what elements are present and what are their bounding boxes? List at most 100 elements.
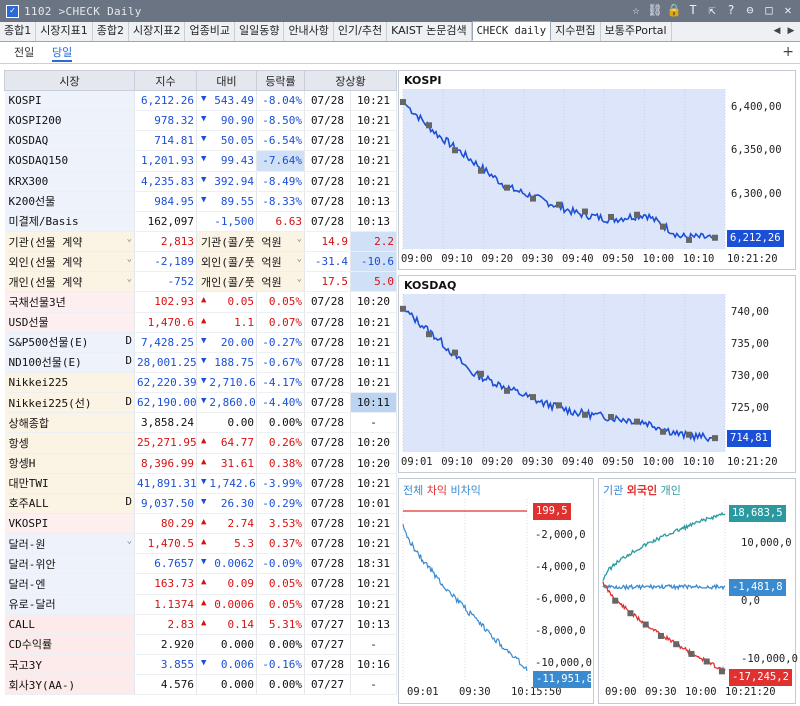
table-row[interactable]: K200선물 984.95 ▼ 89.55 -8.33% 07/28 10:13 bbox=[4, 191, 397, 212]
table-row[interactable]: KOSPI200 978.32 ▼ 90.90 -8.50% 07/28 10:21 bbox=[4, 110, 397, 132]
index-value: 9,037.50 bbox=[134, 493, 197, 514]
header-market: 시장 bbox=[4, 70, 135, 91]
market-name: 달러-원 ⌄ bbox=[4, 533, 135, 555]
close-icon[interactable]: ✕ bbox=[780, 2, 796, 19]
change-value: ▼ 1,742.6 bbox=[196, 473, 257, 494]
data-marker bbox=[400, 305, 406, 312]
dropdown-chevron-icon[interactable]: ⌄ bbox=[297, 274, 302, 284]
change-value: ▲ 0.09 bbox=[196, 573, 257, 595]
table-row[interactable]: KOSDAQ 714.81 ▼ 50.05 -6.54% 07/28 10:21 bbox=[4, 130, 397, 152]
subtab-today[interactable]: 당일 bbox=[52, 44, 73, 62]
maximize-icon[interactable]: □ bbox=[761, 2, 777, 19]
table-row[interactable]: 유로-달러 1.1374 ▲ 0.0006 0.05% 07/28 10:21 bbox=[4, 594, 397, 615]
put-amount: 2.2 bbox=[350, 231, 397, 253]
tab-5[interactable]: 일일동향 bbox=[234, 22, 285, 41]
table-row[interactable]: 달러-원 ⌄ 1,470.5 ▲ 5.3 0.37% 07/28 10:21 bbox=[4, 533, 397, 555]
index-value: 714.81 bbox=[134, 130, 197, 152]
change-rate: -0.27% bbox=[256, 332, 305, 353]
tab-10[interactable]: 지수편집 bbox=[551, 22, 601, 41]
dropdown-chevron-icon[interactable]: ⌄ bbox=[127, 234, 132, 244]
lock-icon[interactable]: 🔒 bbox=[666, 2, 682, 19]
table-row[interactable]: 외인(선물 계약 ⌄ -2,189 외인(콜/풋 억원 ⌄ -31.4 -10.6 bbox=[4, 251, 397, 273]
market-name: 기관(선물 계약 ⌄ bbox=[4, 231, 135, 253]
market-name: 개인(선물 계약 ⌄ bbox=[4, 271, 135, 293]
table-row[interactable]: S&P500선물(E) D 7,428.25 ▼ 20.00 -0.27% 07/28 10:… bbox=[4, 332, 397, 353]
tab-9[interactable]: CHECK daily bbox=[471, 21, 552, 41]
up-triangle-icon: ▲ bbox=[201, 456, 207, 467]
table-row[interactable]: KOSPI 6,212.26 ▼ 543.49 -8.04% 07/28 10:21 bbox=[4, 90, 397, 112]
dropdown-chevron-icon[interactable]: ⌄ bbox=[127, 536, 132, 546]
table-row[interactable]: CALL 2.83 ▲ 0.14 5.31% 07/27 10:13 bbox=[4, 614, 397, 635]
date: 07/28 bbox=[304, 352, 351, 373]
tab-8[interactable]: KAIST 논문검색 bbox=[387, 22, 472, 41]
table-row[interactable]: 달러-엔 163.73 ▲ 0.09 0.05% 07/28 10:21 bbox=[4, 573, 397, 595]
tab-7[interactable]: 인기/추천 bbox=[333, 22, 388, 41]
time: 10:21 bbox=[350, 90, 397, 112]
table-row[interactable]: ND100선물(E) D 28,001.25 ▼ 188.75 -0.67% 07/28 10… bbox=[4, 352, 397, 373]
change-value: ▲ 0.0006 bbox=[196, 594, 257, 615]
dropdown-chevron-icon[interactable]: ⌄ bbox=[127, 254, 132, 264]
table-row[interactable]: CD수익률 2.920 0.000 0.00% 07/27- bbox=[4, 634, 397, 655]
table-row[interactable]: USD선물 1,470.6 ▲ 1.1 0.07% 07/28 10:21 bbox=[4, 312, 397, 333]
table-row[interactable]: 기관(선물 계약 ⌄ 2,813 기관(콜/풋 억원 ⌄ 14.9 2.2 bbox=[4, 231, 397, 253]
table-row[interactable]: 대만TWI 41,891.31 ▼ 1,742.6 -3.99% 07/28 10:21 bbox=[4, 473, 397, 494]
tab-6[interactable]: 안내사항 bbox=[284, 22, 334, 41]
table-row[interactable]: Nikkei225 62,220.39 ▼ 2,710.6 -4.17% 07/28 10:… bbox=[4, 372, 397, 394]
table-row[interactable]: KRX300 4,235.83 ▼ 392.94 -8.49% 07/28 10:21 bbox=[4, 171, 397, 192]
dropdown-chevron-icon[interactable]: ⌄ bbox=[127, 274, 132, 284]
last-value-tag: 714,81 bbox=[727, 430, 771, 448]
tab-4[interactable]: 업종비교 bbox=[185, 22, 235, 41]
tab-1[interactable]: 시장지표1 bbox=[36, 22, 93, 41]
type-icon[interactable]: T bbox=[685, 2, 701, 19]
tab-11[interactable]: 보통주Portal bbox=[600, 22, 672, 41]
table-row[interactable]: 호주ALL D 9,037.50 ▼ 26.30 -0.29% 07/28 10:01 bbox=[4, 493, 397, 514]
scroll-right-icon[interactable]: ▶ bbox=[784, 24, 798, 39]
subtab-prev-day[interactable]: 전일 bbox=[14, 44, 34, 62]
index-value: 41,891.31 bbox=[134, 473, 197, 494]
date: 07/28 bbox=[304, 573, 351, 595]
main-panel: 시장 지수 대비 등락률 장상황 KOSPI 6,212.26 ▼ 543.49 -8.… bbox=[0, 64, 800, 706]
change-rate: 0.00% bbox=[256, 674, 305, 696]
table-row[interactable]: 회사3Y(AA-) 4.576 0.000 0.00% 07/27- bbox=[4, 674, 397, 696]
minimize-icon[interactable]: ⊖ bbox=[742, 2, 758, 19]
table-row[interactable]: 달러-위안 6.7657 ▼ 0.0062 -0.09% 07/28 18:31 bbox=[4, 553, 397, 575]
table-row[interactable]: 미결제/Basis 162,097 -1,500 6.63 07/28 10:13 bbox=[4, 211, 397, 232]
date: 07/28 bbox=[304, 553, 351, 575]
x-tick-label: 10:10 bbox=[682, 253, 715, 265]
market-name: ND100선물(E) D bbox=[4, 352, 135, 373]
y-tick-label: 6,400,00 bbox=[731, 101, 782, 113]
change-rate: -4.17% bbox=[256, 372, 305, 394]
table-row[interactable]: 국고3Y 3.855 ▼ 0.006 -0.16% 07/28 10:16 bbox=[4, 654, 397, 676]
table-header: 시장 지수 대비 등락률 장상황 bbox=[4, 70, 397, 91]
tab-2[interactable]: 종합2 bbox=[92, 22, 129, 41]
change-value: ▲ 31.61 bbox=[196, 453, 257, 474]
share-icon[interactable]: ⇱ bbox=[704, 2, 720, 19]
tab-3[interactable]: 시장지표2 bbox=[128, 22, 186, 41]
scroll-left-icon[interactable]: ◀ bbox=[770, 24, 784, 39]
table-row[interactable]: KOSDAQ150 1,201.93 ▼ 99.43 -7.64% 07/28 10:21 bbox=[4, 150, 397, 172]
data-marker bbox=[452, 147, 458, 154]
dropdown-chevron-icon[interactable]: ⌄ bbox=[297, 254, 302, 264]
table-row[interactable]: 상해종합 3,858.24 0.00 0.00% 07/28- bbox=[4, 412, 397, 434]
change-rate: 0.07% bbox=[256, 312, 305, 333]
star-icon[interactable]: ☆ bbox=[628, 2, 644, 19]
data-marker bbox=[634, 418, 640, 425]
table-row[interactable]: Nikkei225(선) D 62,190.00 ▼ 2,860.0 -4.40% 07/2… bbox=[4, 392, 397, 414]
table-row[interactable]: 개인(선물 계약 ⌄ -752 개인(콜/풋 억원 ⌄ 17.5 5.0 bbox=[4, 271, 397, 293]
change-value: ▼ 99.43 bbox=[196, 150, 257, 172]
table-row[interactable]: 항셍H 8,396.99 ▲ 31.61 0.38% 07/28 10:20 bbox=[4, 453, 397, 474]
market-name: KOSDAQ bbox=[4, 130, 135, 152]
link-icon[interactable]: ⛓ bbox=[647, 2, 663, 19]
market-name: 항셍 bbox=[4, 432, 135, 454]
help-icon[interactable]: ? bbox=[723, 2, 739, 19]
date: 07/28 bbox=[304, 130, 351, 152]
time: 18:31 bbox=[350, 553, 397, 575]
dropdown-chevron-icon[interactable]: ⌄ bbox=[297, 234, 302, 244]
up-triangle-icon: ▲ bbox=[201, 517, 207, 528]
table-row[interactable]: VKOSPI 80.29 ▲ 2.74 3.53% 07/28 10:21 bbox=[4, 513, 397, 535]
add-tab-button[interactable]: + bbox=[782, 44, 794, 60]
table-row[interactable]: 항셍 25,271.95 ▲ 64.77 0.26% 07/28 10:20 bbox=[4, 432, 397, 454]
table-row[interactable]: 국채선물3년 102.93 ▲ 0.05 0.05% 07/28 10:20 bbox=[4, 291, 397, 313]
put-amount: 5.0 bbox=[350, 271, 397, 293]
tab-0[interactable]: 종합1 bbox=[0, 22, 37, 41]
